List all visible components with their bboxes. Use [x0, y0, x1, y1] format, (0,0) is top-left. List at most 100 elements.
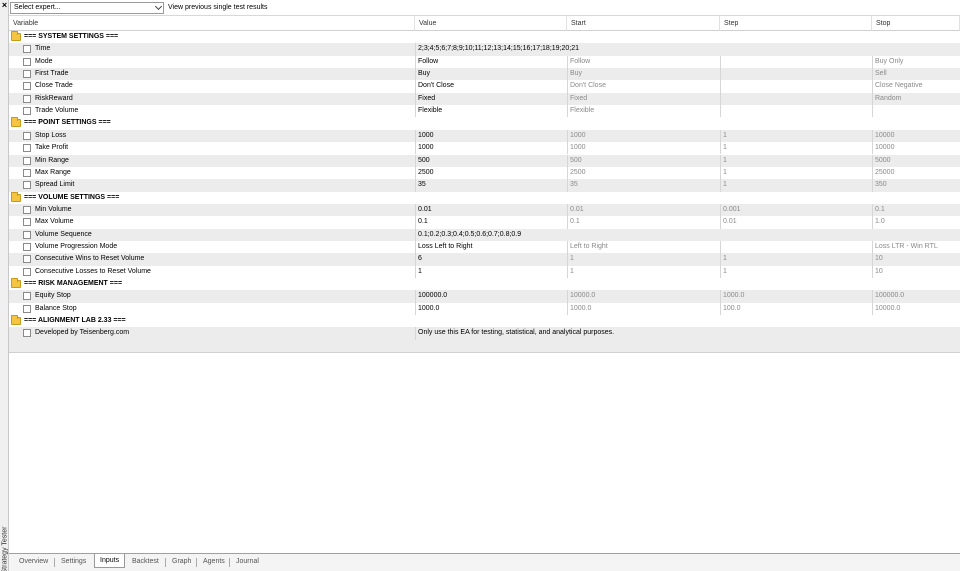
- stop-cell[interactable]: 10000: [872, 129, 960, 143]
- stop-cell[interactable]: 5000: [872, 154, 960, 167]
- step-cell[interactable]: 1: [720, 166, 872, 180]
- table-row[interactable]: RiskReward Fixed Fixed Random: [9, 92, 960, 106]
- step-cell[interactable]: [720, 105, 872, 118]
- optimize-checkbox[interactable]: [23, 267, 31, 276]
- start-cell[interactable]: Follow: [567, 55, 720, 69]
- optimize-checkbox[interactable]: [23, 168, 31, 177]
- optimize-checkbox[interactable]: [23, 205, 31, 214]
- optimize-checkbox[interactable]: [23, 94, 31, 103]
- column-header-step[interactable]: Step: [720, 16, 872, 31]
- optimize-checkbox[interactable]: [23, 156, 31, 165]
- step-cell[interactable]: 1: [720, 253, 872, 266]
- stop-cell[interactable]: [872, 105, 960, 118]
- stop-cell[interactable]: Close Negative: [872, 80, 960, 93]
- tab-journal[interactable]: Journal: [231, 556, 264, 568]
- start-cell[interactable]: 0.01: [567, 203, 720, 217]
- value-cell[interactable]: 0.1: [415, 216, 567, 229]
- value-cell[interactable]: 1000: [415, 129, 567, 143]
- optimize-checkbox[interactable]: [23, 82, 31, 91]
- optimize-checkbox[interactable]: [23, 304, 31, 313]
- value-cell[interactable]: Don't Close: [415, 80, 567, 93]
- step-cell[interactable]: 1000.0: [720, 290, 872, 303]
- stop-cell[interactable]: 1.0: [872, 216, 960, 229]
- optimize-checkbox[interactable]: [23, 329, 31, 338]
- start-cell[interactable]: Flexible: [567, 105, 720, 118]
- value-cell[interactable]: 2;3;4;5;6;7;8;9;10;11;12;13;14;15;16;17;…: [415, 43, 960, 56]
- table-row[interactable]: Min Volume 0.01 0.01 0.001 0.1: [9, 203, 960, 217]
- tab-graph[interactable]: Graph: [167, 556, 196, 568]
- close-icon[interactable]: ×: [0, 1, 9, 10]
- step-cell[interactable]: [720, 55, 872, 69]
- step-cell[interactable]: 100.0: [720, 302, 872, 316]
- table-row[interactable]: First Trade Buy Buy Sell: [9, 68, 960, 81]
- value-cell[interactable]: 1000: [415, 142, 567, 155]
- stop-cell[interactable]: 350: [872, 179, 960, 192]
- value-cell[interactable]: 35: [415, 179, 567, 192]
- optimize-checkbox[interactable]: [23, 70, 31, 79]
- group-row[interactable]: === VOLUME SETTINGS ===: [9, 191, 960, 204]
- table-row[interactable]: Equity Stop 100000.0 10000.0 1000.0 100000.0: [9, 290, 960, 303]
- step-cell[interactable]: 0.001: [720, 203, 872, 217]
- optimize-checkbox[interactable]: [23, 255, 31, 264]
- stop-cell[interactable]: Sell: [872, 68, 960, 81]
- step-cell[interactable]: 1: [720, 179, 872, 192]
- group-row[interactable]: === POINT SETTINGS ===: [9, 117, 960, 130]
- stop-cell[interactable]: Loss LTR - Win RTL: [872, 240, 960, 254]
- start-cell[interactable]: 1000: [567, 129, 720, 143]
- step-cell[interactable]: 0.01: [720, 216, 872, 229]
- optimize-checkbox[interactable]: [23, 218, 31, 227]
- step-cell[interactable]: [720, 80, 872, 93]
- table-row[interactable]: Min Range 500 500 1 5000: [9, 154, 960, 167]
- value-cell[interactable]: Loss Left to Right: [415, 240, 567, 254]
- start-cell[interactable]: 1: [567, 265, 720, 278]
- table-row[interactable]: Mode Follow Follow Buy Only: [9, 55, 960, 69]
- view-previous-results-button[interactable]: View previous single test results: [168, 3, 267, 13]
- column-header-stop[interactable]: Stop: [872, 16, 960, 31]
- optimize-checkbox[interactable]: [23, 57, 31, 66]
- expert-select[interactable]: Select expert...: [10, 2, 164, 14]
- stop-cell[interactable]: 10000: [872, 142, 960, 155]
- step-cell[interactable]: 1: [720, 154, 872, 167]
- value-cell[interactable]: 500: [415, 154, 567, 167]
- column-header-variable[interactable]: Variable: [9, 16, 415, 31]
- stop-cell[interactable]: 10000.0: [872, 302, 960, 316]
- column-header-value[interactable]: Value: [415, 16, 567, 31]
- step-cell[interactable]: 1: [720, 129, 872, 143]
- start-cell[interactable]: 10000.0: [567, 290, 720, 303]
- optimize-checkbox[interactable]: [23, 107, 31, 116]
- start-cell[interactable]: 500: [567, 154, 720, 167]
- tab-agents[interactable]: Agents: [198, 556, 230, 568]
- tab-settings[interactable]: Settings: [56, 556, 91, 568]
- start-cell[interactable]: Buy: [567, 68, 720, 81]
- table-row[interactable]: Trade Volume Flexible Flexible: [9, 105, 960, 118]
- value-cell[interactable]: Only use this EA for testing, statistica…: [415, 327, 960, 340]
- start-cell[interactable]: 35: [567, 179, 720, 192]
- stop-cell[interactable]: Buy Only: [872, 55, 960, 69]
- table-row[interactable]: Balance Stop 1000.0 1000.0 100.0 10000.0: [9, 302, 960, 316]
- step-cell[interactable]: [720, 240, 872, 254]
- table-row[interactable]: Spread Limit 35 35 1 350: [9, 179, 960, 192]
- value-cell[interactable]: 100000.0: [415, 290, 567, 303]
- table-row[interactable]: Volume Sequence 0.1;0.2;0.3;0.4;0.5;0.6;0…: [9, 228, 960, 241]
- group-row[interactable]: === RISK MANAGEMENT ===: [9, 278, 960, 291]
- table-row[interactable]: Consecutive Wins to Reset Volume 6 1 1 10: [9, 253, 960, 266]
- table-row[interactable]: Max Volume 0.1 0.1 0.01 1.0: [9, 216, 960, 229]
- value-cell[interactable]: 2500: [415, 166, 567, 180]
- tab-inputs[interactable]: Inputs: [94, 554, 126, 568]
- step-cell[interactable]: [720, 68, 872, 81]
- start-cell[interactable]: 2500: [567, 166, 720, 180]
- group-row[interactable]: === ALIGNMENT LAB 2.33 ===: [9, 315, 960, 328]
- table-row[interactable]: Take Profit 1000 1000 1 10000: [9, 142, 960, 155]
- optimize-checkbox[interactable]: [23, 45, 31, 54]
- value-cell[interactable]: 0.1;0.2;0.3;0.4;0.5;0.6;0.7;0.8;0.9: [415, 228, 960, 241]
- stop-cell[interactable]: 25000: [872, 166, 960, 180]
- start-cell[interactable]: 1: [567, 253, 720, 266]
- group-row[interactable]: === SYSTEM SETTINGS ===: [9, 31, 960, 44]
- table-row[interactable]: Developed by Teisenberg.com Only use this…: [9, 327, 960, 340]
- optimize-checkbox[interactable]: [23, 292, 31, 301]
- stop-cell[interactable]: 0.1: [872, 203, 960, 217]
- tab-backtest[interactable]: Backtest: [127, 556, 164, 568]
- step-cell[interactable]: 1: [720, 142, 872, 155]
- table-row[interactable]: Consecutive Losses to Reset Volume 1 1 1 10: [9, 265, 960, 278]
- start-cell[interactable]: Don't Close: [567, 80, 720, 93]
